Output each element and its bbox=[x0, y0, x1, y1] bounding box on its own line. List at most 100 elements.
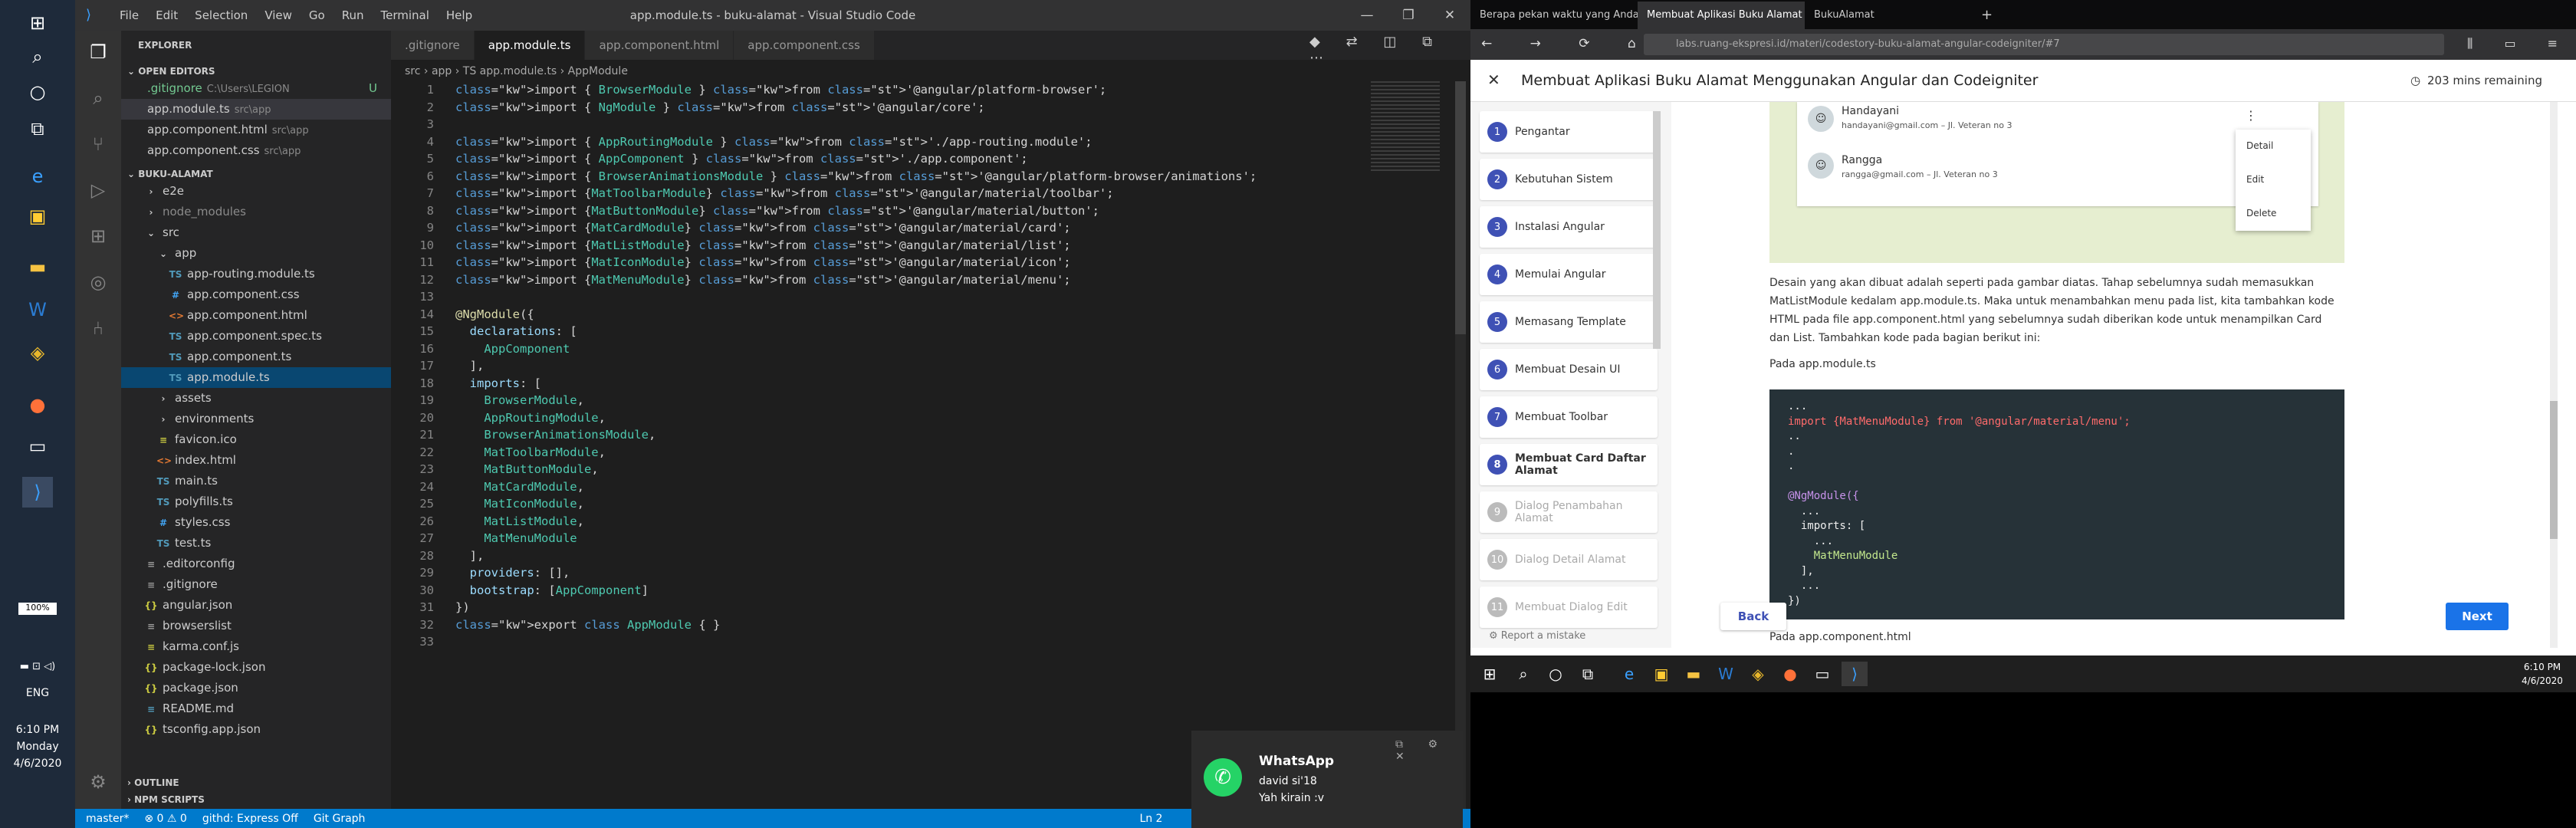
next-button[interactable]: Next bbox=[2446, 603, 2509, 630]
cortana-icon[interactable]: ○ bbox=[22, 77, 53, 107]
code-line[interactable]: bootstrap: [AppComponent] bbox=[455, 583, 649, 597]
code-line[interactable]: MatCardModule, bbox=[455, 480, 584, 494]
word-icon[interactable]: W bbox=[22, 294, 53, 325]
restore-icon[interactable]: ❐ bbox=[1388, 0, 1429, 31]
code-line[interactable]: ], bbox=[455, 549, 485, 563]
code-line[interactable]: class="kw">import { BrowserModule } clas… bbox=[455, 83, 1106, 97]
terminal-icon[interactable]: ▭ bbox=[1809, 662, 1835, 686]
code-line[interactable]: providers: [], bbox=[455, 566, 570, 580]
breadcrumb[interactable]: src › app › TS app.module.ts › AppModule bbox=[391, 61, 628, 81]
file-item[interactable]: # app.component.css bbox=[121, 284, 391, 305]
task-view-icon[interactable]: ⧉ bbox=[1575, 662, 1601, 686]
code-line[interactable]: MatToolbarModule, bbox=[455, 445, 606, 459]
file-item[interactable]: TS app.module.ts bbox=[121, 367, 391, 388]
code-line[interactable]: AppRoutingModule, bbox=[455, 411, 606, 425]
edge-icon[interactable]: e bbox=[22, 161, 53, 192]
browser-toolbar-icons[interactable]: ⫼ ▭ ≡ bbox=[2467, 36, 2571, 51]
git-graph-icon[interactable]: ⑃ bbox=[83, 313, 113, 343]
step-item[interactable]: 9 Dialog Penambahan Alamat bbox=[1480, 491, 1658, 533]
word-icon[interactable]: W bbox=[1713, 662, 1739, 686]
npm-scripts-header[interactable]: › NPM SCRIPTS bbox=[121, 790, 391, 810]
code-line[interactable]: class="kw">import {MatButtonModule} clas… bbox=[455, 204, 1099, 218]
browser-tab[interactable]: Berapa pekan waktu yang Anda bbox=[1470, 2, 1638, 29]
code-line[interactable]: }) bbox=[455, 600, 470, 614]
whatsapp-notification[interactable]: ✆ WhatsApp david si'18 Yah kirain :v ⧉ ⚙… bbox=[1191, 731, 1463, 828]
run-debug-icon[interactable]: ▷ bbox=[83, 175, 113, 205]
code-line[interactable]: class="kw">import {MatMenuModule} class=… bbox=[455, 273, 1071, 287]
folder-item[interactable]: ⌄ app bbox=[121, 243, 391, 264]
code-line[interactable]: @NgModule({ bbox=[455, 307, 534, 321]
windows-start-icon[interactable]: ⊞ bbox=[1477, 662, 1503, 686]
clock-time[interactable]: 6:10 PM bbox=[2513, 662, 2571, 672]
menu-item[interactable]: Help bbox=[446, 8, 472, 22]
cursor-position[interactable]: Ln 2 bbox=[1139, 813, 1162, 825]
firefox-icon[interactable]: ● bbox=[22, 389, 53, 420]
step-item[interactable]: 5 Memasang Template bbox=[1480, 301, 1658, 343]
code-line[interactable]: BrowserModule, bbox=[455, 393, 584, 407]
clock-time[interactable]: 6:10 PM bbox=[0, 724, 75, 736]
tray-icons[interactable]: ▬ ⊡ ◁) bbox=[0, 661, 75, 672]
store-icon[interactable]: ▣ bbox=[22, 201, 53, 232]
file-item[interactable]: TS test.ts bbox=[121, 533, 391, 554]
page-scrollbar[interactable] bbox=[2550, 102, 2558, 648]
editor-tab[interactable]: app.component.css bbox=[734, 31, 875, 60]
folder-item[interactable]: › node_modules bbox=[121, 202, 391, 222]
menu-item[interactable]: Edit bbox=[156, 8, 178, 22]
editor-scrollbar[interactable] bbox=[1455, 81, 1466, 809]
nav-buttons[interactable]: ← → ⟳ ⌂ bbox=[1481, 36, 1653, 51]
file-item[interactable]: ≡ .gitignore bbox=[121, 574, 391, 595]
store-icon[interactable]: ▣ bbox=[1648, 662, 1674, 686]
folder-item[interactable]: › assets bbox=[121, 388, 391, 409]
browser-tab[interactable]: Membuat Aplikasi Buku Alamat Me bbox=[1638, 2, 1805, 29]
file-item[interactable]: ≡ browserslist bbox=[121, 616, 391, 636]
file-item[interactable]: <> index.html bbox=[121, 450, 391, 471]
search-icon[interactable]: ⌕ bbox=[22, 41, 53, 72]
folder-item[interactable]: ⌄ src bbox=[121, 222, 391, 243]
file-item[interactable]: {} angular.json bbox=[121, 595, 391, 616]
code-line[interactable]: imports: [ bbox=[455, 376, 541, 390]
steps-scrollbar[interactable] bbox=[1653, 111, 1661, 349]
task-view-icon[interactable]: ⧉ bbox=[22, 113, 53, 144]
file-item[interactable]: TS app-routing.module.ts bbox=[121, 264, 391, 284]
windows-start-icon[interactable]: ⊞ bbox=[22, 8, 53, 38]
report-mistake-link[interactable]: ⚙ Report a mistake bbox=[1489, 630, 1585, 642]
code-line[interactable]: declarations: [ bbox=[455, 324, 577, 338]
file-item[interactable]: TS main.ts bbox=[121, 471, 391, 491]
editor-tab[interactable]: app.module.ts bbox=[474, 31, 586, 60]
code-line[interactable]: class="kw">import {MatIconModule} class=… bbox=[455, 255, 1071, 269]
editor-tab[interactable]: app.component.html bbox=[585, 31, 734, 60]
code-line[interactable]: class="kw">import {MatToolbarModule} cla… bbox=[455, 186, 1114, 200]
cortana-icon[interactable]: ○ bbox=[1543, 662, 1569, 686]
file-item[interactable]: ≡ karma.conf.js bbox=[121, 636, 391, 657]
code-editor[interactable]: 1 class="kw">import { BrowserModule } cla… bbox=[391, 81, 1470, 809]
folder-icon[interactable]: ▬ bbox=[22, 251, 53, 282]
language-indicator[interactable]: ENG bbox=[0, 687, 75, 699]
folder-item[interactable]: › e2e bbox=[121, 181, 391, 202]
minimap[interactable] bbox=[1371, 81, 1440, 173]
code-line[interactable]: class="kw">import { NgModule } class="kw… bbox=[455, 100, 985, 114]
step-item[interactable]: 2 Kebutuhan Sistem bbox=[1480, 159, 1658, 200]
settings-gear-icon[interactable]: ⚙ bbox=[83, 767, 113, 797]
vscode-taskbar-icon[interactable]: ⟩ bbox=[22, 477, 53, 508]
menu-item[interactable]: Terminal bbox=[381, 8, 429, 22]
git-graph-status[interactable]: Git Graph bbox=[314, 813, 366, 825]
back-button[interactable]: Back bbox=[1720, 603, 1786, 630]
open-editor-item[interactable]: app.component.html src\app bbox=[121, 120, 391, 140]
file-item[interactable]: ≡ README.md bbox=[121, 698, 391, 719]
folder-item[interactable]: › environments bbox=[121, 409, 391, 429]
file-item[interactable]: {} package.json bbox=[121, 678, 391, 698]
step-item[interactable]: 7 Membuat Toolbar bbox=[1480, 396, 1658, 438]
edge-icon[interactable]: e bbox=[1616, 662, 1642, 686]
code-line[interactable]: class="kw">export class AppModule { } bbox=[455, 618, 720, 632]
menu-item[interactable]: Run bbox=[342, 8, 364, 22]
menu-item[interactable]: Go bbox=[309, 8, 325, 22]
code-line[interactable]: class="kw">import {MatListModule} class=… bbox=[455, 238, 1071, 252]
source-control-icon[interactable]: ⑂ bbox=[83, 129, 113, 159]
menu-item[interactable]: File bbox=[120, 8, 139, 22]
editor-actions[interactable]: ◆ ⇄ ◫ ⧉ ⋯ bbox=[1309, 34, 1470, 66]
step-item[interactable]: 6 Membuat Desain UI bbox=[1480, 349, 1658, 390]
code-line[interactable]: class="kw">import { BrowserAnimationsMod… bbox=[455, 169, 1257, 183]
file-item[interactable]: ≡ favicon.ico bbox=[121, 429, 391, 450]
step-item[interactable]: 8 Membuat Card Daftar Alamat bbox=[1480, 444, 1658, 485]
search-icon[interactable]: ⌕ bbox=[1510, 662, 1536, 686]
